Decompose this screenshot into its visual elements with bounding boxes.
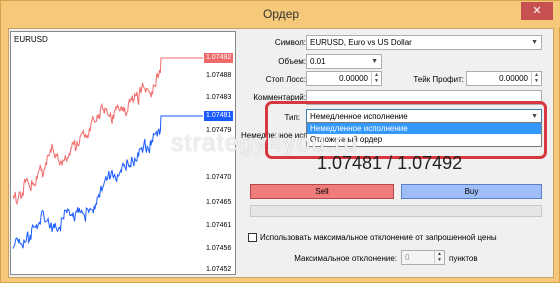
symbol-value: EURUSD, Euro vs US Dollar — [310, 38, 412, 47]
ask-price-tag: 1.07492 — [204, 53, 234, 63]
price-tick: 1.07465 — [206, 199, 232, 206]
volume-label: Объем: — [278, 57, 306, 66]
max-deviation-label: Максимальное отклонение: — [294, 254, 397, 263]
takeprofit-label: Тейк Профит: — [413, 75, 464, 84]
max-deviation-checkbox[interactable] — [248, 233, 257, 242]
price-tick: 1.07456 — [206, 245, 232, 252]
max-deviation-checkbox-label: Использовать максимальное отклонение от … — [260, 233, 497, 242]
price-tick: 1.07452 — [206, 266, 232, 273]
sell-button[interactable]: Sell — [250, 184, 394, 199]
price-tick: 1.07483 — [206, 94, 232, 101]
window-title: Ордер — [262, 7, 300, 21]
volume-value: 0.01 — [310, 57, 326, 66]
chevron-down-icon: ▼ — [531, 39, 538, 46]
buy-button[interactable]: Buy — [401, 184, 542, 199]
stoploss-value: 0.00000 — [339, 74, 368, 83]
order-window: Ордер ✕ EURUSD 1.07492 1.07481 1.07488 1… — [0, 0, 560, 283]
symbol-label: Символ: — [274, 38, 306, 47]
chart-symbol: EURUSD — [14, 35, 48, 44]
stoploss-label: Стоп Лосс: — [265, 75, 306, 84]
status-bar — [250, 205, 542, 217]
max-deviation-stepper[interactable]: ▲ ▼ — [434, 251, 444, 264]
watermark-text: strategy4you.ru — [171, 129, 359, 157]
volume-select[interactable]: 0.01 ▼ — [306, 54, 382, 69]
max-deviation-value: 0 — [405, 253, 410, 262]
price-tick: 1.07461 — [206, 222, 232, 229]
title-bar: Ордер ✕ — [1, 1, 560, 27]
chevron-down-icon: ▼ — [371, 58, 378, 65]
quote-separator: / — [387, 153, 393, 173]
price-tick: 1.07470 — [206, 174, 232, 181]
symbol-select[interactable]: EURUSD, Euro vs US Dollar ▼ — [306, 35, 542, 50]
takeprofit-stepper[interactable]: ▲ ▼ — [531, 72, 541, 85]
takeprofit-input[interactable]: 0.00000 ▲ ▼ — [466, 71, 542, 86]
close-icon[interactable]: ✕ — [521, 2, 553, 20]
max-deviation-unit: пунктов — [449, 254, 478, 263]
stoploss-input[interactable]: 0.00000 ▲ ▼ — [306, 71, 382, 86]
ask-quote: 1.07492 — [397, 153, 463, 173]
stoploss-stepper[interactable]: ▲ ▼ — [371, 72, 381, 85]
price-tick: 1.07488 — [206, 72, 232, 79]
max-deviation-input[interactable]: 0 ▲ ▼ — [401, 250, 445, 265]
takeprofit-value: 0.00000 — [499, 74, 528, 83]
bid-price-tag: 1.07481 — [204, 111, 234, 121]
